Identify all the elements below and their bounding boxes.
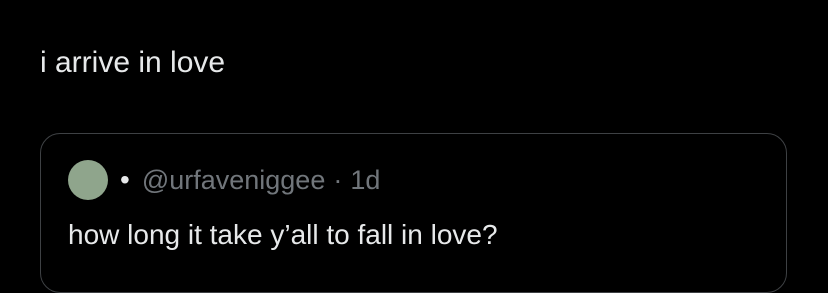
- quoted-post-text: how long it take y’all to fall in love?: [68, 219, 498, 250]
- user-handle-link[interactable]: @urfaveniggee: [142, 165, 326, 196]
- quoted-post-header: • @urfaveniggee · 1d: [68, 160, 380, 200]
- post-text: i arrive in love: [40, 46, 226, 79]
- status-dot: •: [120, 164, 130, 195]
- quoted-post-card[interactable]: • @urfaveniggee · 1d how long it take y’…: [40, 133, 787, 293]
- avatar[interactable]: [68, 160, 108, 200]
- separator: ·: [333, 164, 343, 195]
- timestamp[interactable]: 1d: [350, 165, 380, 196]
